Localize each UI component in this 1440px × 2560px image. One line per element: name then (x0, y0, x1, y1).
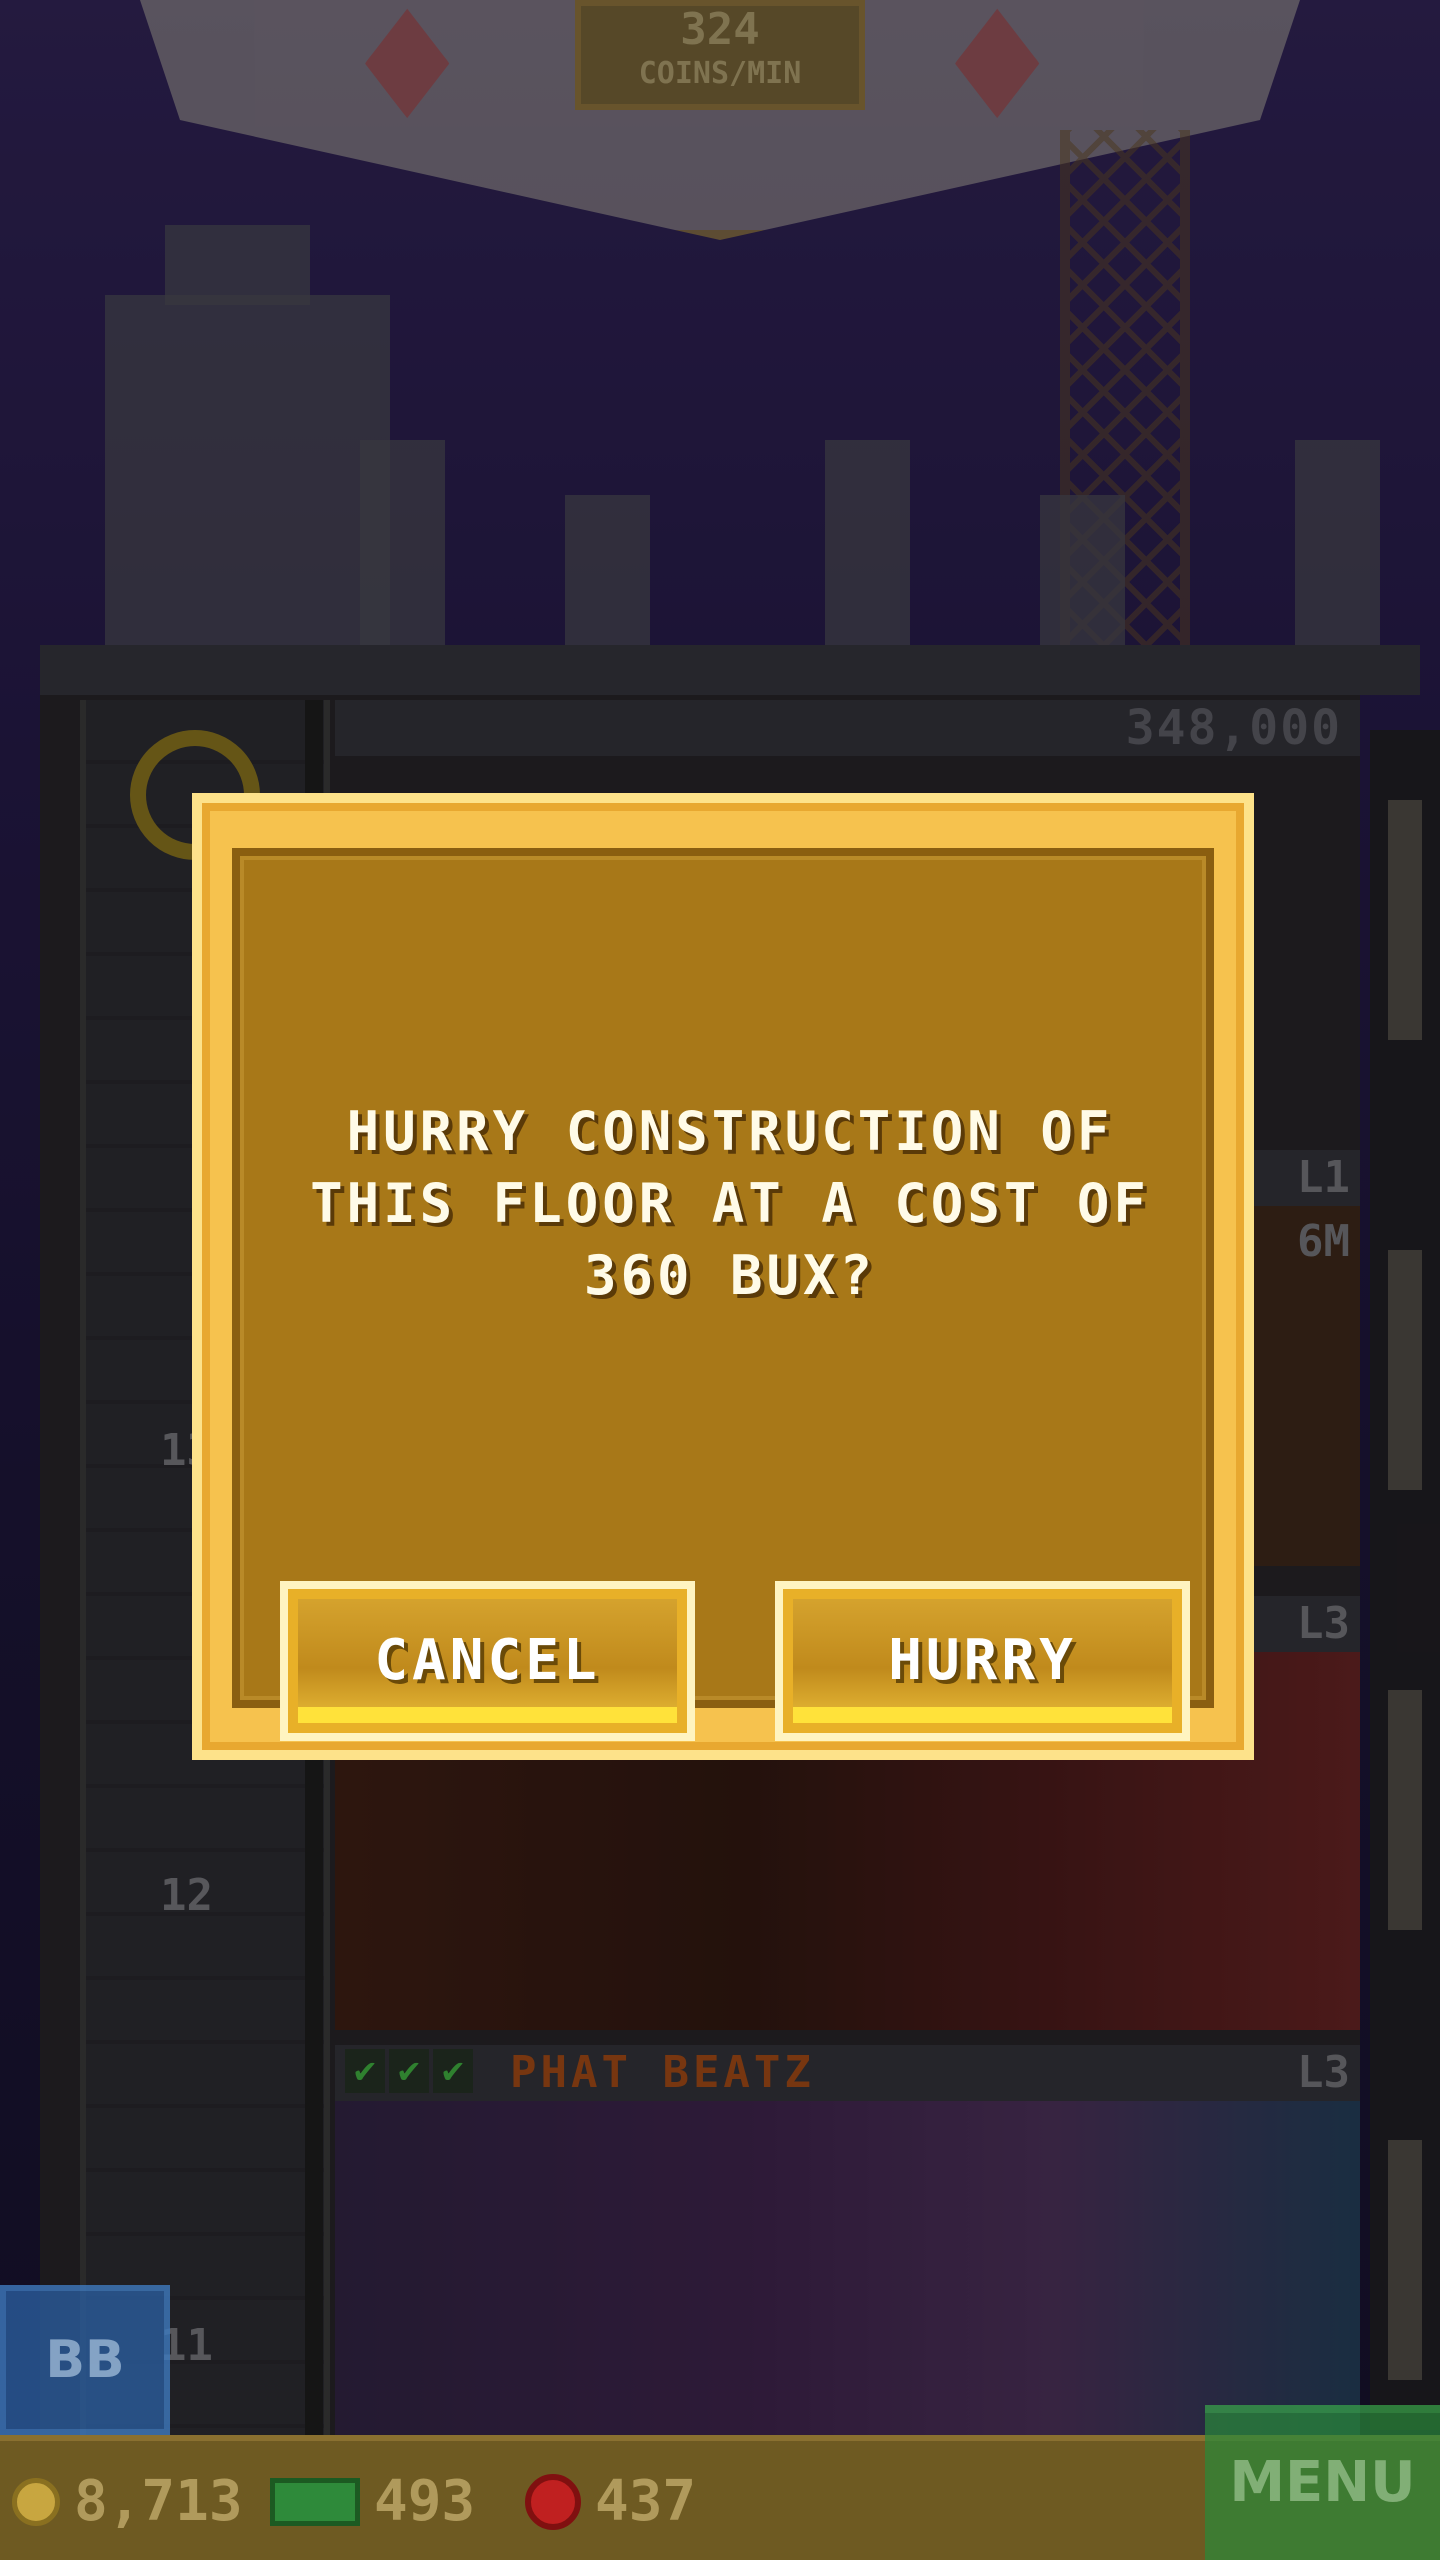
menu-button[interactable]: MENU (1205, 2405, 1440, 2560)
bux-counter: 493 (270, 2469, 475, 2534)
hurry-construction-dialog: HURRY CONSTRUCTION OF THIS FLOOR AT A CO… (192, 793, 1254, 1760)
dialog-message: HURRY CONSTRUCTION OF THIS FLOOR AT A CO… (280, 1096, 1180, 1312)
gem-icon (525, 2473, 581, 2530)
coin-icon (12, 2477, 60, 2526)
coins-counter: 8,713 (12, 2469, 243, 2534)
dialog-panel: HURRY CONSTRUCTION OF THIS FLOOR AT A CO… (232, 848, 1214, 1741)
bux-icon (270, 2477, 360, 2526)
hurry-button[interactable]: HURRY (775, 1581, 1190, 1741)
gems-counter: 437 (525, 2469, 696, 2534)
bitbook-button[interactable]: BB (0, 2285, 170, 2435)
bux-value: 493 (374, 2469, 476, 2534)
dialog-message-line: THIS FLOOR AT A COST OF (310, 1172, 1150, 1235)
cancel-button[interactable]: CANCEL (280, 1581, 695, 1741)
coins-value: 8,713 (74, 2469, 243, 2534)
dialog-message-line: 360 BUX? (583, 1244, 877, 1307)
dialog-message-line: HURRY CONSTRUCTION OF (346, 1100, 1114, 1163)
gems-value: 437 (595, 2469, 697, 2534)
